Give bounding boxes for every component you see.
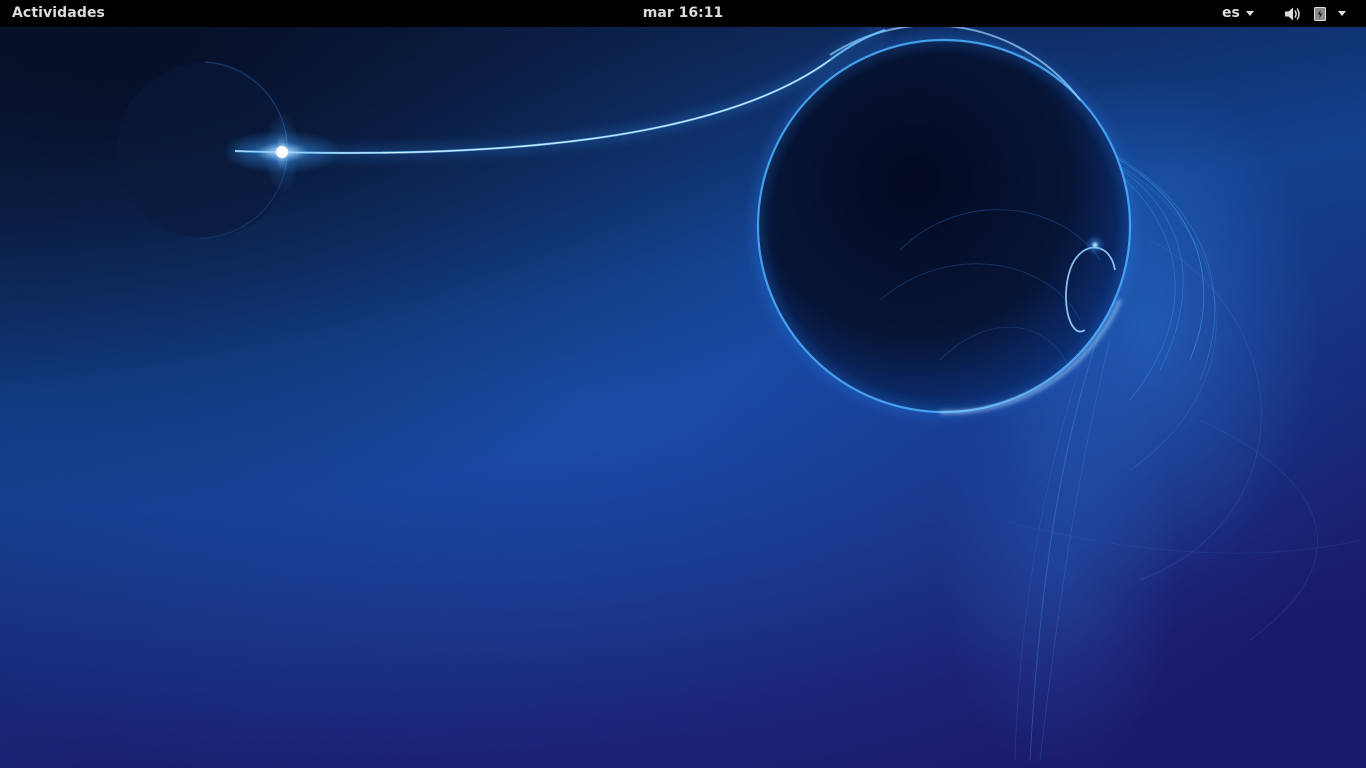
activities-button[interactable]: Actividades (12, 0, 105, 27)
chevron-down-icon (1338, 11, 1346, 16)
battery-icon (1314, 6, 1326, 21)
date-time-menu[interactable]: mar 16:11 (643, 5, 723, 21)
system-menu[interactable] (1284, 0, 1346, 27)
keyboard-layout-menu[interactable]: es (1222, 0, 1254, 27)
chevron-down-icon (1245, 11, 1254, 16)
top-panel: Actividades mar 16:11 es (0, 0, 1366, 27)
clock: mar 16:11 (0, 0, 1366, 27)
desktop-wallpaper (0, 27, 1366, 768)
keyboard-layout-label: es (1222, 5, 1240, 21)
desktop-screen: Actividades mar 16:11 es (0, 0, 1366, 768)
volume-icon (1285, 7, 1300, 20)
